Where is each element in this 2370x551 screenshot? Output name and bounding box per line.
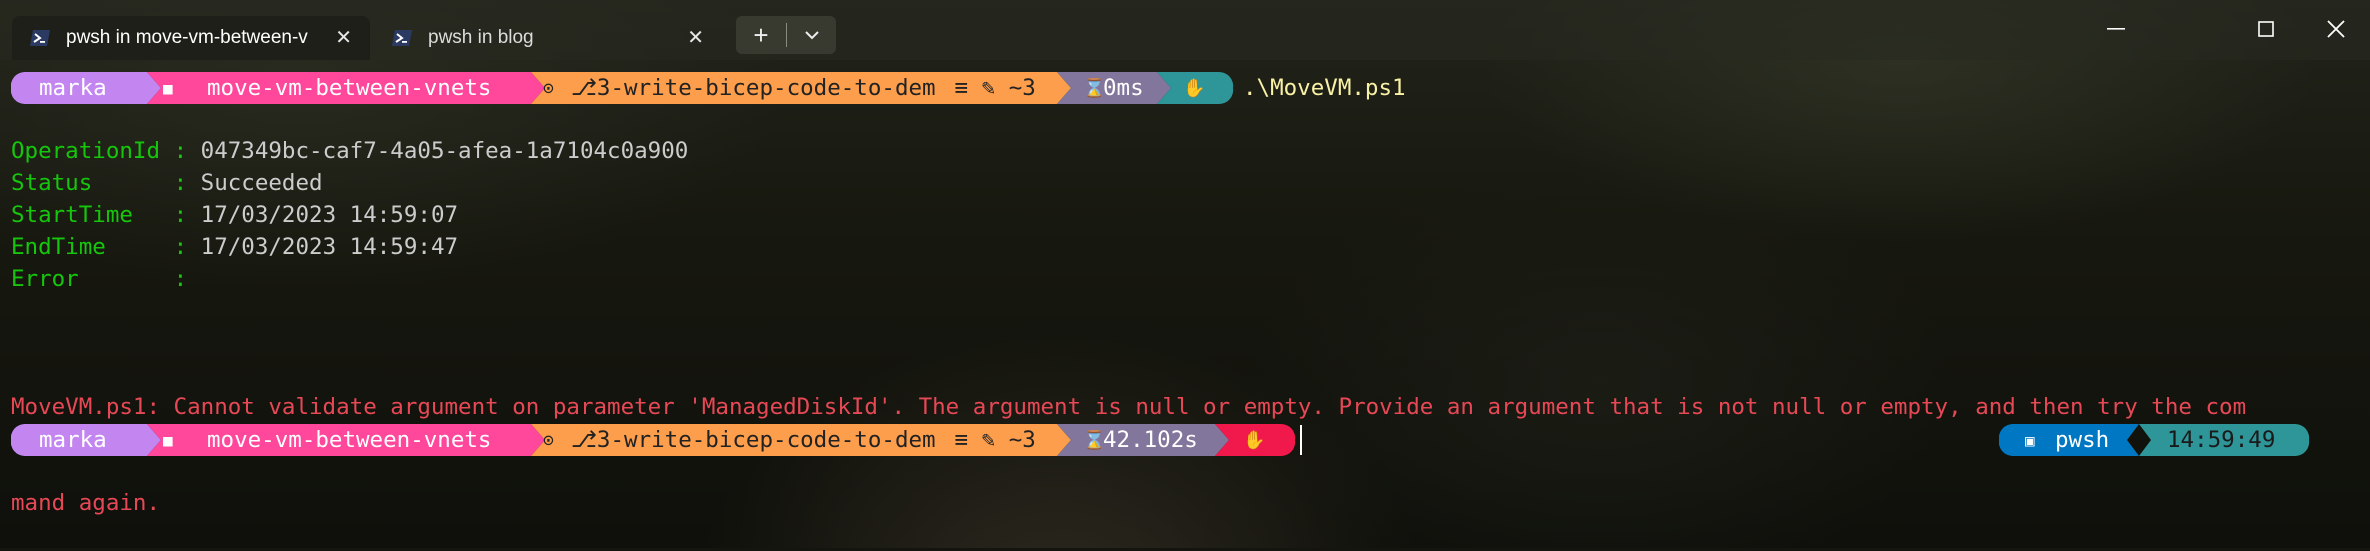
error-line: mand again. — [11, 490, 161, 516]
git-status: ≡ ✎ ~3 — [941, 75, 1050, 101]
output-row: StartTime : 17/03/2023 14:59:07 — [11, 199, 458, 231]
title-bar: pwsh in move-vm-between-v ✕ pwsh in blog… — [0, 0, 2370, 60]
command-text: .\MoveVM.ps1 — [1243, 75, 1406, 101]
output-row: Status : Succeeded — [11, 167, 323, 199]
shell-name: pwsh — [2055, 427, 2110, 453]
output-row: OperationId : 047349bc-caf7-4a05-afea-1a… — [11, 135, 688, 167]
output-key: StartTime — [11, 202, 174, 228]
output-key: EndTime — [11, 234, 174, 260]
prompt-line-1: marka ■ move-vm-between-vnets ⊙ ⎇3-write… — [11, 72, 2351, 104]
github-icon: ⊙ — [543, 77, 554, 99]
git-status: ≡ ✎ ~3 — [941, 427, 1050, 453]
output-sep: : — [173, 266, 201, 292]
execution-time: 0ms — [1103, 75, 1144, 101]
folder-icon: ■ — [163, 78, 173, 98]
output-value: 17/03/2023 14:59:07 — [200, 202, 459, 228]
tab-pwsh-move-vm[interactable]: pwsh in move-vm-between-v ✕ — [12, 16, 370, 60]
prompt-folder: move-vm-between-vnets — [207, 75, 492, 101]
close-icon[interactable] — [2316, 14, 2356, 44]
tab-close-icon[interactable]: ✕ — [335, 25, 352, 50]
powershell-icon — [28, 28, 52, 48]
output-sep: : — [173, 138, 201, 164]
tab-title: pwsh in blog — [428, 27, 534, 48]
prompt-user: marka — [39, 427, 107, 453]
tab-close-icon[interactable]: ✕ — [687, 25, 704, 50]
chevron-down-icon[interactable] — [787, 30, 836, 40]
status-hand-icon: ✋ — [1183, 77, 1206, 99]
output-sep: : — [173, 202, 201, 228]
execution-time: 42.102s — [1103, 427, 1198, 453]
prompt-user: marka — [39, 75, 107, 101]
text-cursor[interactable] — [1300, 425, 1302, 455]
powershell-icon — [390, 28, 414, 48]
output-row: Error : — [11, 263, 201, 295]
prompt-line-2: marka ■ move-vm-between-vnets ⊙ ⎇3-write… — [11, 424, 2351, 456]
output-sep: : — [173, 170, 201, 196]
github-icon: ⊙ — [543, 429, 554, 451]
minimize-icon[interactable] — [2096, 14, 2136, 44]
output-key: Status — [11, 170, 174, 196]
new-tab-button[interactable]: + — [736, 20, 786, 51]
output-key: Error — [11, 266, 174, 292]
git-branch: ⎇3-write-bicep-code-to-dem — [571, 427, 936, 453]
output-value: 17/03/2023 14:59:47 — [200, 234, 459, 260]
output-row: EndTime : 17/03/2023 14:59:47 — [11, 231, 458, 263]
output-sep: : — [173, 234, 201, 260]
error-line: MoveVM.ps1: Cannot validate argument on … — [11, 394, 2247, 420]
output-value: Succeeded — [200, 170, 323, 196]
status-hand-icon: ✋ — [1243, 429, 1266, 451]
folder-icon: ■ — [163, 430, 173, 450]
output-key: OperationId — [11, 138, 174, 164]
tab-pwsh-blog[interactable]: pwsh in blog ✕ — [374, 16, 722, 60]
terminal-icon: ▣ — [2025, 430, 2035, 450]
tab-title: pwsh in move-vm-between-v — [66, 27, 308, 48]
maximize-icon[interactable] — [2246, 14, 2286, 44]
new-tab-control: + — [736, 16, 836, 54]
output-value: 047349bc-caf7-4a05-afea-1a7104c0a900 — [200, 138, 689, 164]
prompt-folder: move-vm-between-vnets — [207, 427, 492, 453]
clock-time: 14:59:49 — [2167, 427, 2276, 453]
git-branch: ⎇3-write-bicep-code-to-dem — [571, 75, 936, 101]
